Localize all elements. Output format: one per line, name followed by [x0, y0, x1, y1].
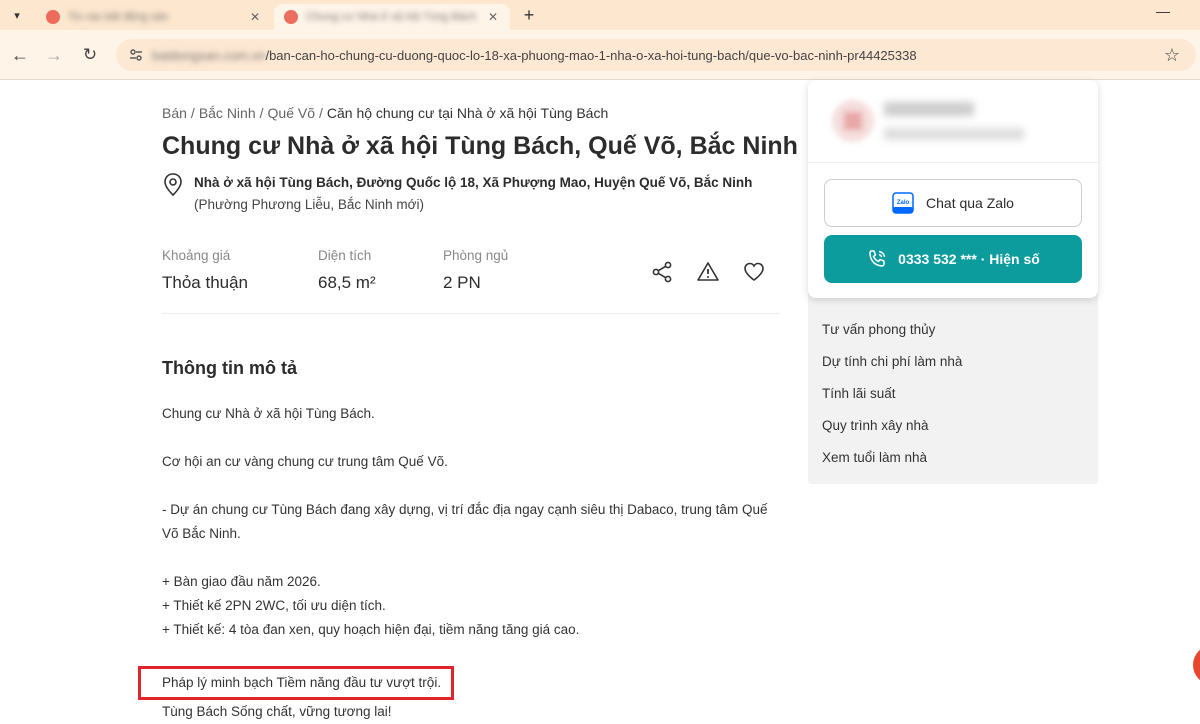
description-paragraph: Cơ hội an cư vàng chung cư trung tâm Quế…	[162, 454, 448, 469]
close-icon[interactable]: ✕	[486, 10, 500, 24]
contact-card: Zalo Chat qua Zalo 0333 532 *** · Hiện s…	[808, 80, 1098, 298]
stat-price: Khoảng giá Thỏa thuận	[162, 248, 248, 293]
description-heading: Thông tin mô tả	[162, 358, 297, 378]
address-bar[interactable]: batdongsan.com.vn /ban-can-ho-chung-cu-d…	[116, 39, 1196, 71]
tab-1[interactable]: Tin rao bất động sản ✕	[36, 4, 272, 30]
description-paragraph: + Thiết kế: 4 tòa đan xen, quy hoạch hiệ…	[162, 622, 580, 637]
avatar[interactable]	[832, 100, 874, 142]
phone-icon	[869, 250, 886, 267]
stat-bedrooms: Phòng ngủ 2 PN	[443, 248, 508, 293]
stat-label: Phòng ngủ	[443, 248, 509, 263]
url-path: /ban-can-ho-chung-cu-duong-quoc-lo-18-xa…	[265, 47, 917, 63]
listing-address: Nhà ở xã hội Tùng Bách, Đường Quốc lộ 18…	[162, 172, 762, 216]
breadcrumb-link[interactable]: Bắc Ninh	[199, 105, 256, 121]
bookmark-star-icon[interactable]: ☆	[1164, 45, 1180, 66]
location-pin-icon	[164, 173, 182, 197]
url-host: batdongsan.com.vn	[152, 47, 266, 63]
site-settings-icon[interactable]	[128, 47, 144, 63]
tab-search-chevron-icon[interactable]: ▾	[6, 4, 28, 26]
breadcrumb-separator: /	[259, 105, 264, 121]
description-paragraph: Tùng Bách Sống chất, vững tương lai!	[162, 704, 392, 719]
favicon-icon	[284, 10, 298, 24]
breadcrumb-link[interactable]: Quế Võ	[268, 105, 315, 121]
stat-area: Diện tích 68,5 m²	[318, 248, 376, 293]
breadcrumb-separator: /	[319, 105, 323, 121]
tab-2-active[interactable]: Chung cư Nhà ở xã hội Tùng Bách ✕	[274, 4, 510, 30]
agent-meta-blurred	[884, 128, 1024, 140]
divider	[808, 162, 1098, 163]
breadcrumb: Bán / Bắc Ninh / Quế Võ / Căn hộ chung cư tại …	[162, 105, 608, 121]
svg-text:Zalo: Zalo	[897, 200, 910, 206]
address-line: Nhà ở xã hội Tùng Bách, Đường Quốc lộ 18…	[194, 175, 753, 190]
tab-title: Tin rao bất động sản	[68, 11, 169, 23]
menu-item-age-check[interactable]: Xem tuổi làm nhà	[822, 450, 927, 465]
agent-name-blurred[interactable]	[884, 102, 974, 116]
address-new-ward: (Phường Phương Liễu, Bắc Ninh mới)	[194, 197, 424, 212]
breadcrumb-current: Căn hộ chung cư tại Nhà ở xã hội Tùng Bá…	[326, 105, 609, 121]
stat-value: 2 PN	[443, 273, 481, 292]
zalo-icon: Zalo	[892, 192, 914, 214]
tab-title: Chung cư Nhà ở xã hội Tùng Bách	[306, 11, 477, 23]
chat-zalo-label: Chat qua Zalo	[926, 195, 1014, 211]
description-body: Chung cư Nhà ở xã hội Tùng Bách. Cơ hội …	[138, 402, 772, 724]
close-icon[interactable]: ✕	[248, 10, 262, 24]
heart-icon[interactable]	[742, 260, 766, 284]
menu-item-build-process[interactable]: Quy trình xây nhà	[822, 418, 929, 433]
description-paragraph: - Dự án chung cư Tùng Bách đang xây dựng…	[162, 502, 768, 541]
description-paragraph	[162, 642, 772, 666]
description-paragraph	[162, 546, 772, 570]
breadcrumb-link[interactable]: Bán	[162, 105, 187, 121]
description-paragraph: + Thiết kế 2PN 2WC, tối ưu diện tích.	[162, 598, 386, 613]
new-tab-button[interactable]: +	[518, 4, 540, 26]
tab-strip: ▾ Tin rao bất động sản ✕ Chung cư Nhà ở …	[0, 0, 1200, 30]
menu-item-feng-shui[interactable]: Tư vấn phong thủy	[822, 322, 935, 337]
description-paragraph: Chung cư Nhà ở xã hội Tùng Bách.	[162, 406, 375, 421]
stat-value: Thỏa thuận	[162, 273, 249, 292]
listing-actions	[650, 260, 766, 284]
show-phone-label: 0333 532 *** · Hiện số	[898, 251, 1040, 267]
report-warning-icon[interactable]	[696, 260, 720, 284]
back-arrow-icon[interactable]: ←	[8, 43, 32, 67]
description-paragraph	[162, 474, 772, 498]
utilities-menu: Tư vấn phong thủy Dự tính chi phí làm nh…	[808, 280, 1098, 484]
share-icon[interactable]	[650, 260, 674, 284]
forward-arrow-icon[interactable]: →	[42, 43, 66, 67]
show-phone-button[interactable]: 0333 532 *** · Hiện số	[824, 235, 1082, 283]
key-stats: Khoảng giá Thỏa thuận Diện tích 68,5 m² …	[162, 248, 780, 314]
description-paragraph-highlighted: Pháp lý minh bạch Tiềm năng đầu tư vượt …	[138, 666, 772, 700]
description-paragraph: + Bàn giao đầu năm 2026.	[162, 574, 321, 589]
minimize-icon[interactable]: —	[1156, 3, 1170, 19]
description-paragraph	[162, 426, 772, 450]
stat-label: Khoảng giá	[162, 248, 231, 263]
stat-label: Diện tích	[318, 248, 372, 263]
menu-item-build-cost[interactable]: Dự tính chi phí làm nhà	[822, 354, 962, 369]
stat-value: 68,5 m²	[318, 273, 376, 292]
favicon-icon	[46, 10, 60, 24]
menu-item-interest[interactable]: Tính lãi suất	[822, 386, 896, 401]
page-content: Bán / Bắc Ninh / Quế Võ / Căn hộ chung cư tại …	[0, 80, 1200, 720]
floating-action-button[interactable]	[1193, 645, 1200, 685]
browser-toolbar: ← → ↻ batdongsan.com.vn /ban-can-ho-chun…	[0, 30, 1200, 80]
breadcrumb-separator: /	[190, 105, 195, 121]
listing-title: Chung cư Nhà ở xã hội Tùng Bách, Quế Võ,…	[162, 132, 798, 160]
reload-icon[interactable]: ↻	[78, 43, 102, 67]
highlight-box: Pháp lý minh bạch Tiềm năng đầu tư vượt …	[138, 666, 455, 700]
chat-zalo-button[interactable]: Zalo Chat qua Zalo	[824, 179, 1082, 227]
